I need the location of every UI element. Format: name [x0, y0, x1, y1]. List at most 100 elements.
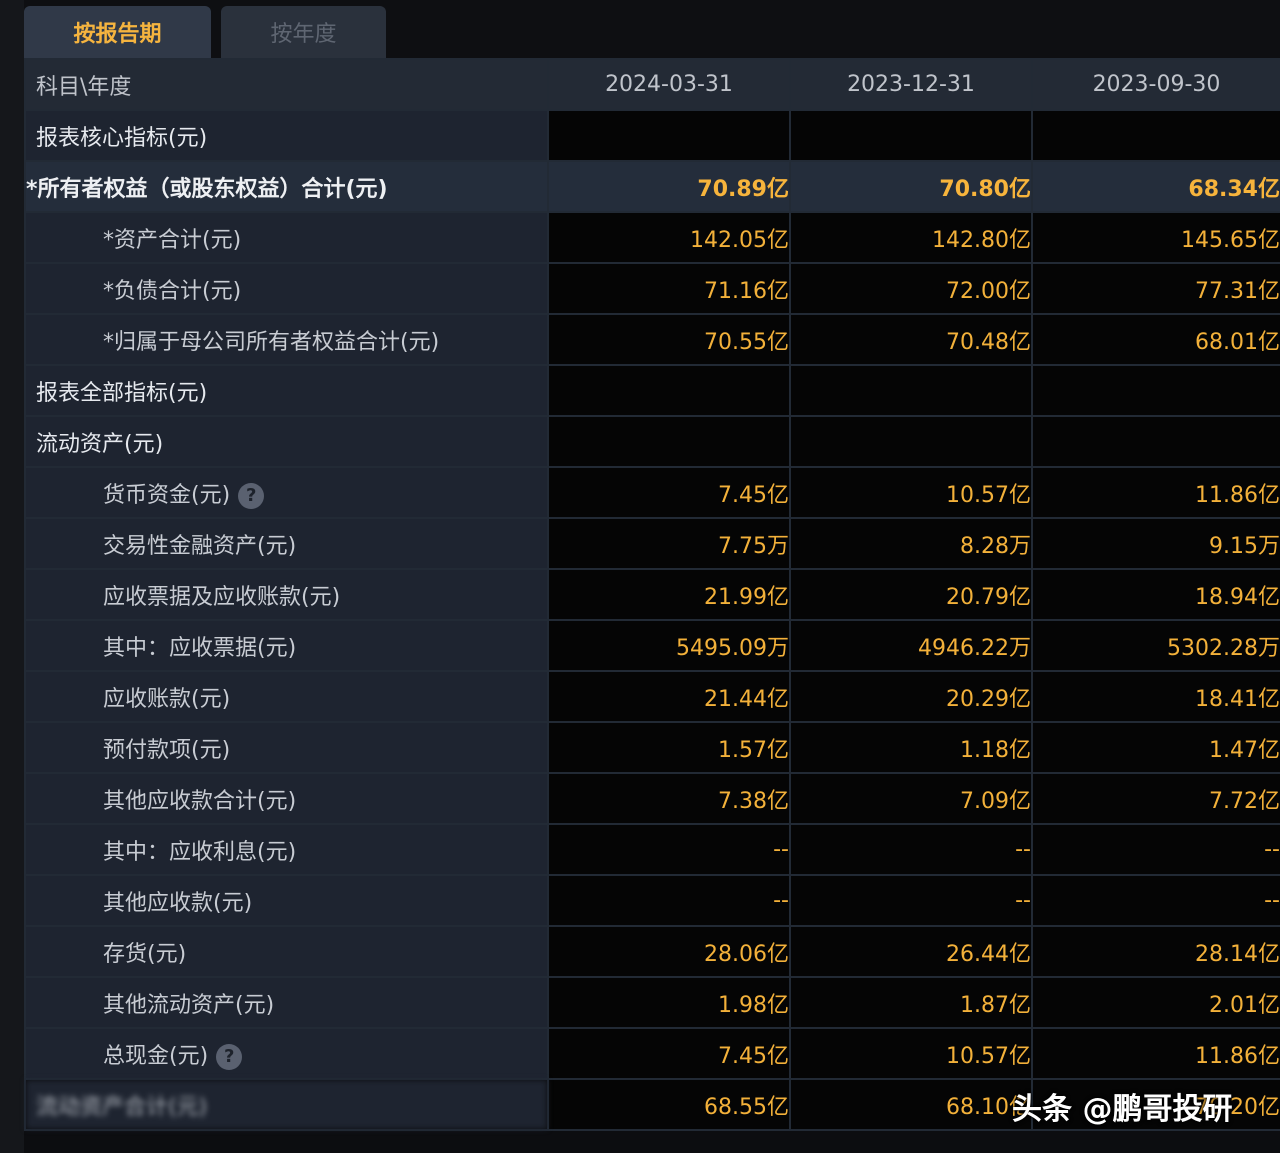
value-cell: 71.16亿 — [547, 262, 791, 315]
table-row: 其他应收款合计(元) 7.38亿 7.09亿 7.72亿 — [24, 772, 1280, 825]
value-cell: 18.41亿 — [1031, 670, 1280, 723]
value-cell: 7.72亿 — [1031, 772, 1280, 825]
row-label-text: 其他流动资产(元) — [103, 992, 275, 1018]
row-label-text: *资产合计(元) — [103, 227, 242, 253]
value-cell: 9.15万 — [1031, 517, 1280, 570]
value-cell: 5495.09万 — [547, 619, 791, 672]
value-cell: 10.57亿 — [789, 1027, 1033, 1080]
table-row: 预付款项(元) 1.57亿 1.18亿 1.47亿 — [24, 721, 1280, 774]
header-date-2[interactable]: 2023-12-31 — [789, 58, 1033, 111]
header-label-cell: 科目\年度 — [24, 58, 549, 111]
value-cell: 77.31亿 — [1031, 262, 1280, 315]
value-cell: 7.38亿 — [547, 772, 791, 825]
row-label: 流动资产(元) — [24, 415, 549, 468]
row-label-text: 应收账款(元) — [103, 686, 231, 712]
value-cell — [789, 364, 1033, 417]
row-label-text: 流动资产(元) — [36, 431, 164, 457]
value-cell: -- — [789, 823, 1033, 876]
value-cell: 1.47亿 — [1031, 721, 1280, 774]
value-cell: 70.48亿 — [789, 313, 1033, 366]
table-row: 其中：应收利息(元) -- -- -- — [24, 823, 1280, 876]
row-label: 交易性金融资产(元) — [24, 517, 549, 570]
value-cell: 142.05亿 — [547, 211, 791, 264]
row-label: *所有者权益（或股东权益）合计(元) — [24, 160, 549, 213]
header-date-3[interactable]: 2023-09-30 — [1031, 58, 1280, 111]
value-cell: 21.44亿 — [547, 670, 791, 723]
row-label: 总现金(元)? — [24, 1027, 549, 1080]
table-row: 总现金(元)? 7.45亿 10.57亿 11.86亿 — [24, 1027, 1280, 1080]
table-row: 应收账款(元) 21.44亿 20.29亿 18.41亿 — [24, 670, 1280, 723]
table-row: 交易性金融资产(元) 7.75万 8.28万 9.15万 — [24, 517, 1280, 570]
value-cell: -- — [547, 823, 791, 876]
value-cell — [547, 109, 791, 162]
row-label: 其他流动资产(元) — [24, 976, 549, 1029]
value-cell: 68.55亿 — [547, 1078, 791, 1131]
row-label-text: *所有者权益（或股东权益）合计(元) — [26, 176, 388, 202]
row-label-text: 其他应收款合计(元) — [103, 788, 297, 814]
row-label: 应收账款(元) — [24, 670, 549, 723]
row-label-text: 货币资金(元) — [103, 482, 231, 508]
header-date-1[interactable]: 2024-03-31 — [547, 58, 791, 111]
value-cell — [1031, 364, 1280, 417]
table-row: 其他流动资产(元) 1.98亿 1.87亿 2.01亿 — [24, 976, 1280, 1029]
value-cell: 70.89亿 — [547, 160, 791, 213]
row-label: 其中：应收利息(元) — [24, 823, 549, 876]
help-icon[interactable]: ? — [216, 1043, 243, 1070]
value-cell: 1.18亿 — [789, 721, 1033, 774]
value-cell: 5302.28万 — [1031, 619, 1280, 672]
section-row: 报表全部指标(元) — [24, 364, 1280, 417]
value-cell: 145.65亿 — [1031, 211, 1280, 264]
row-label: 预付款项(元) — [24, 721, 549, 774]
value-cell: 7.45亿 — [547, 466, 791, 519]
section-row: 流动资产(元) — [24, 415, 1280, 468]
value-cell: 68.01亿 — [1031, 313, 1280, 366]
value-cell: 70.80亿 — [789, 160, 1033, 213]
value-cell — [789, 415, 1033, 468]
value-cell: 11.86亿 — [1031, 1027, 1280, 1080]
row-label: *负债合计(元) — [24, 262, 549, 315]
row-label: 报表核心指标(元) — [24, 109, 549, 162]
financial-table: 科目\年度 2024-03-31 2023-12-31 2023-09-30 报… — [24, 58, 1280, 1131]
row-label-text: *归属于母公司所有者权益合计(元) — [103, 329, 440, 355]
value-cell: 4946.22万 — [789, 619, 1033, 672]
row-label: 流动资产合计(元) — [24, 1078, 549, 1131]
value-cell: 7.45亿 — [547, 1027, 791, 1080]
row-label: 其中：应收票据(元) — [24, 619, 549, 672]
row-label-text: 其他应收款(元) — [103, 890, 253, 916]
table-row: 其中：应收票据(元) 5495.09万 4946.22万 5302.28万 — [24, 619, 1280, 672]
table-row: 货币资金(元)? 7.45亿 10.57亿 11.86亿 — [24, 466, 1280, 519]
value-cell: -- — [547, 874, 791, 927]
table-row: 其他应收款(元) -- -- -- — [24, 874, 1280, 927]
row-label-text: 其中：应收票据(元) — [103, 635, 297, 661]
help-icon[interactable]: ? — [238, 482, 265, 509]
value-cell: 2.01亿 — [1031, 976, 1280, 1029]
row-label-text: 报表核心指标(元) — [36, 125, 208, 151]
tab-by-report-period[interactable]: 按报告期 — [24, 6, 211, 58]
value-cell: 20.79亿 — [789, 568, 1033, 621]
tab-by-year[interactable]: 按年度 — [221, 6, 386, 58]
value-cell — [547, 364, 791, 417]
row-label: *归属于母公司所有者权益合计(元) — [24, 313, 549, 366]
row-label: *资产合计(元) — [24, 211, 549, 264]
tab-bar: 按报告期 按年度 — [24, 0, 1280, 58]
value-cell: 1.87亿 — [789, 976, 1033, 1029]
value-cell: 72.00亿 — [789, 262, 1033, 315]
value-cell: -- — [789, 874, 1033, 927]
value-cell: 7.75万 — [547, 517, 791, 570]
value-cell: 8.28万 — [789, 517, 1033, 570]
value-cell: -- — [1031, 874, 1280, 927]
value-cell: 1.57亿 — [547, 721, 791, 774]
value-cell: -- — [1031, 823, 1280, 876]
table-header-row: 科目\年度 2024-03-31 2023-12-31 2023-09-30 — [24, 58, 1280, 111]
table-row: *资产合计(元) 142.05亿 142.80亿 145.65亿 — [24, 211, 1280, 264]
watermark: 头条 @鹏哥投研 — [1012, 1092, 1233, 1127]
row-label: 其他应收款合计(元) — [24, 772, 549, 825]
row-label-text: 应收票据及应收账款(元) — [103, 584, 341, 610]
table-row: *所有者权益（或股东权益）合计(元) 70.89亿 70.80亿 68.34亿 — [24, 160, 1280, 213]
value-cell: 1.98亿 — [547, 976, 791, 1029]
table-row: 存货(元) 28.06亿 26.44亿 28.14亿 — [24, 925, 1280, 978]
section-row: 报表核心指标(元) — [24, 109, 1280, 162]
value-cell: 21.99亿 — [547, 568, 791, 621]
value-cell: 26.44亿 — [789, 925, 1033, 978]
table-row: 应收票据及应收账款(元) 21.99亿 20.79亿 18.94亿 — [24, 568, 1280, 621]
